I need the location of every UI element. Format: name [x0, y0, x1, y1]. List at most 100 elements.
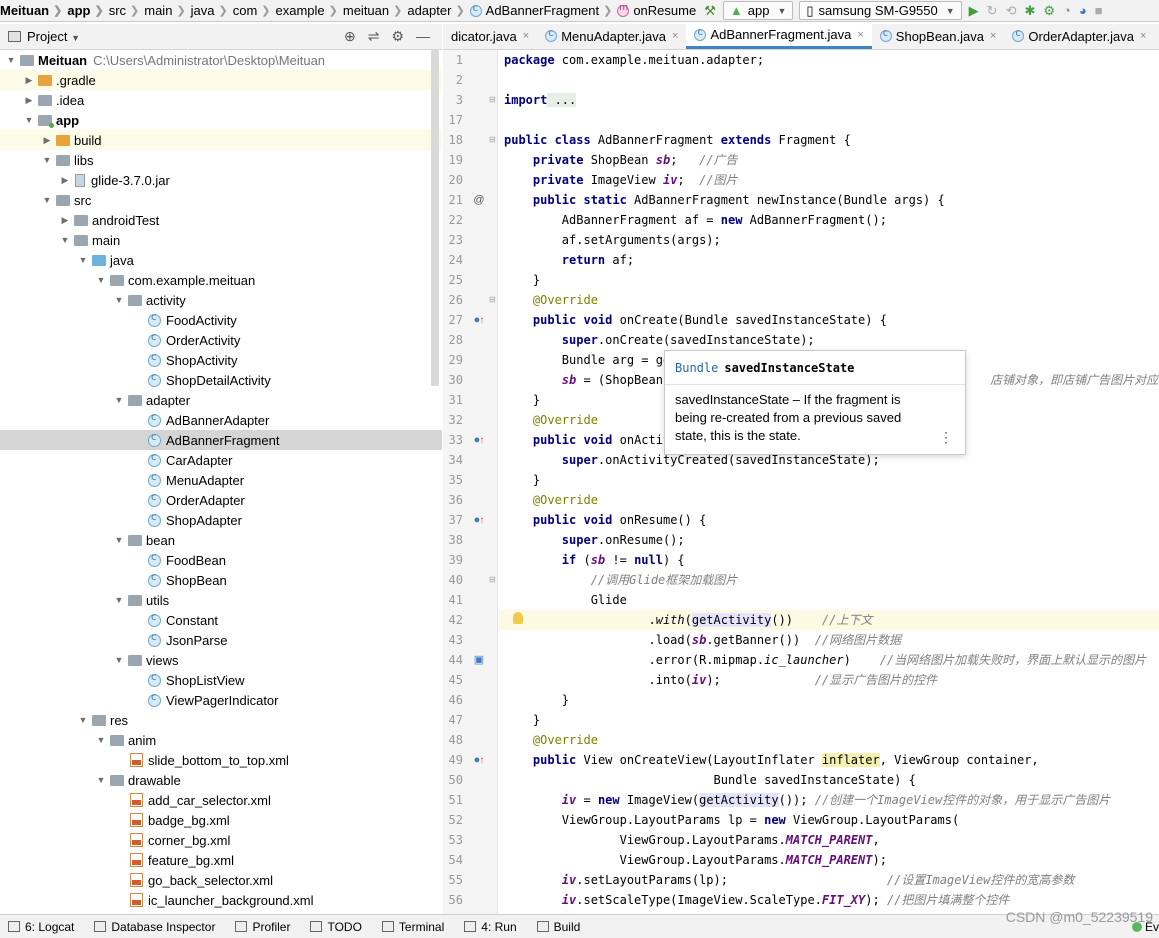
tab-shopbean[interactable]: ShopBean.java ×	[872, 24, 1005, 49]
editor-gutter[interactable]: 1 2 3 17 18 19 20 21 22 23 24 25 26 27 28 29 30 31 32 33 34 3…	[443, 50, 498, 914]
rerun-icon[interactable]: ↻	[987, 2, 998, 20]
close-icon[interactable]: ×	[990, 30, 996, 42]
hammer-icon[interactable]: ⚒	[704, 2, 716, 20]
profiler-tab[interactable]: Profiler	[235, 920, 290, 934]
tree-item-menuadapter[interactable]: MenuAdapter	[0, 470, 442, 490]
tree-item-package[interactable]: ▼ com.example.meituan	[0, 270, 442, 290]
project-view-dropdown[interactable]: Project ▼	[27, 29, 80, 44]
stop-icon[interactable]: ■	[1095, 2, 1103, 20]
tree-item-badge-xml[interactable]: badge_bg.xml	[0, 810, 442, 830]
minimize-icon[interactable]: —	[416, 28, 430, 45]
fold-toggle-icon[interactable]: ⊟	[489, 90, 497, 110]
close-icon[interactable]: ×	[1140, 30, 1146, 42]
close-icon[interactable]: ×	[672, 30, 678, 42]
tree-item-meituan[interactable]: ▼ Meituan C:\Users\Administrator\Desktop\M…	[0, 50, 442, 70]
tree-item-src[interactable]: ▼ src	[0, 190, 442, 210]
build-tab[interactable]: Build	[536, 920, 580, 934]
tab-indicator[interactable]: dicator.java ×	[443, 24, 537, 49]
tree-item-adbannerfragment[interactable]: AdBannerFragment	[0, 430, 442, 450]
tree-item-shoplistview[interactable]: ShopListView	[0, 670, 442, 690]
override-marker-icon[interactable]: ●	[471, 310, 487, 330]
code-editor[interactable]: package com.example.meituan.adapter; imp…	[499, 50, 1159, 914]
gauge-icon[interactable]: ◕	[1079, 2, 1087, 20]
todo-tab[interactable]: TODO	[310, 920, 362, 934]
tree-scrollbar[interactable]	[431, 50, 439, 386]
tab-orderadapter[interactable]: OrderAdapter.java ×	[1004, 24, 1154, 49]
profile-icon[interactable]: ◔	[1063, 2, 1071, 20]
gear-icon[interactable]: ⚙	[391, 28, 404, 45]
tree-item-adapter[interactable]: ▼ adapter	[0, 390, 442, 410]
tree-item-go-back-xml[interactable]: go_back_selector.xml	[0, 870, 442, 890]
tree-item-orderactivity[interactable]: OrderActivity	[0, 330, 442, 350]
tree-item-views[interactable]: ▼ views	[0, 650, 442, 670]
crumb-java[interactable]: java ❯	[191, 0, 233, 21]
tree-item-ic-launcher-xml[interactable]: ic_launcher_background.xml	[0, 890, 442, 910]
tree-item-shopadapter[interactable]: ShopAdapter	[0, 510, 442, 530]
tree-item-build[interactable]: ▶ build	[0, 130, 442, 150]
tree-item-libs[interactable]: ▼ libs	[0, 150, 442, 170]
crumb-adapter[interactable]: adapter ❯	[407, 0, 469, 21]
crumb-method[interactable]: onResume	[617, 0, 696, 21]
lightbulb-icon[interactable]	[513, 612, 523, 624]
tree-item-foodactivity[interactable]: FoodActivity	[0, 310, 442, 330]
more-options-icon[interactable]: ⋮	[939, 429, 953, 446]
close-icon[interactable]: ×	[857, 29, 863, 41]
tree-item-feature-xml[interactable]: feature_bg.xml	[0, 850, 442, 870]
device-dropdown[interactable]: ▯ samsung SM-G9550 ▼	[799, 1, 962, 20]
crumb-meituan[interactable]: meituan ❯	[343, 0, 407, 21]
tree-item-glide-jar[interactable]: ▶ glide-3.7.0.jar	[0, 170, 442, 190]
tree-item-shopdetailactivity[interactable]: ShopDetailActivity	[0, 370, 442, 390]
run-config-dropdown[interactable]: ▲ app ▼	[722, 1, 794, 20]
fold-toggle-icon[interactable]: ⊟	[489, 570, 497, 590]
override-marker-icon[interactable]: ●	[471, 750, 487, 770]
tree-item-slide-xml[interactable]: slide_bottom_to_top.xml	[0, 750, 442, 770]
tree-item-shopactivity[interactable]: ShopActivity	[0, 350, 442, 370]
tree-item-adbanneradapter[interactable]: AdBannerAdapter	[0, 410, 442, 430]
folded-imports[interactable]: ...	[547, 93, 577, 107]
fold-toggle-icon[interactable]: ⊟	[489, 130, 497, 150]
close-icon[interactable]: ×	[523, 30, 529, 42]
tree-item-shopbean[interactable]: ShopBean	[0, 570, 442, 590]
crumb-class[interactable]: AdBannerFragment❯	[469, 0, 618, 21]
collapse-all-icon[interactable]: ⇌	[368, 28, 380, 45]
tree-item-corner-xml[interactable]: corner_bg.xml	[0, 830, 442, 850]
tree-item-activity[interactable]: ▼ activity	[0, 290, 442, 310]
fold-toggle-icon[interactable]: ⊟	[489, 290, 497, 310]
override-marker-icon[interactable]: ●	[471, 430, 487, 450]
tree-item-androidtest[interactable]: ▶ androidTest	[0, 210, 442, 230]
crumb-com[interactable]: com ❯	[233, 0, 276, 21]
logcat-tab[interactable]: 6: Logcat	[8, 920, 74, 934]
database-inspector-tab[interactable]: Database Inspector	[94, 920, 215, 934]
tree-item-viewpagerindicator[interactable]: ViewPagerIndicator	[0, 690, 442, 710]
tree-item-add-car-xml[interactable]: add_car_selector.xml	[0, 790, 442, 810]
apply-changes-icon[interactable]: ⟲	[1006, 2, 1017, 20]
tree-item-bean[interactable]: ▼ bean	[0, 530, 442, 550]
image-resource-icon[interactable]: ▣	[471, 650, 487, 670]
tree-item-app[interactable]: ▼ app	[0, 110, 442, 130]
tree-item-drawable[interactable]: ▼ drawable	[0, 770, 442, 790]
tree-item-utils[interactable]: ▼ utils	[0, 590, 442, 610]
crumb-src[interactable]: src ❯	[109, 0, 145, 21]
tab-adbannerfragment[interactable]: AdBannerFragment.java ×	[686, 24, 872, 49]
crumb-main[interactable]: main ❯	[144, 0, 190, 21]
tree-item-java[interactable]: ▼ java	[0, 250, 442, 270]
tree-item-res[interactable]: ▼ res	[0, 710, 442, 730]
crumb-example[interactable]: example ❯	[276, 0, 343, 21]
debug-icon[interactable]: ✱	[1024, 2, 1035, 20]
locate-icon[interactable]: ⊕	[344, 28, 356, 45]
annotation-marker-icon[interactable]: @	[471, 190, 487, 210]
tree-item-anim[interactable]: ▼ anim	[0, 730, 442, 750]
attach-debugger-icon[interactable]: ⚙	[1043, 2, 1055, 20]
tree-item-gradle[interactable]: ▶ .gradle	[0, 70, 442, 90]
crumb-project[interactable]: Meituan ❯	[0, 0, 67, 21]
run-icon[interactable]: ▶	[969, 2, 979, 20]
terminal-tab[interactable]: Terminal	[381, 920, 444, 934]
override-marker-icon[interactable]: ●	[471, 510, 487, 530]
tree-item-foodbean[interactable]: FoodBean	[0, 550, 442, 570]
tree-item-caradapter[interactable]: CarAdapter	[0, 450, 442, 470]
crumb-module[interactable]: app ❯	[67, 0, 108, 21]
tree-item-constant[interactable]: Constant	[0, 610, 442, 630]
tree-item-jsonparse[interactable]: JsonParse	[0, 630, 442, 650]
run-tab[interactable]: 4: Run	[464, 920, 517, 934]
popup-type[interactable]: Bundle	[675, 361, 718, 375]
